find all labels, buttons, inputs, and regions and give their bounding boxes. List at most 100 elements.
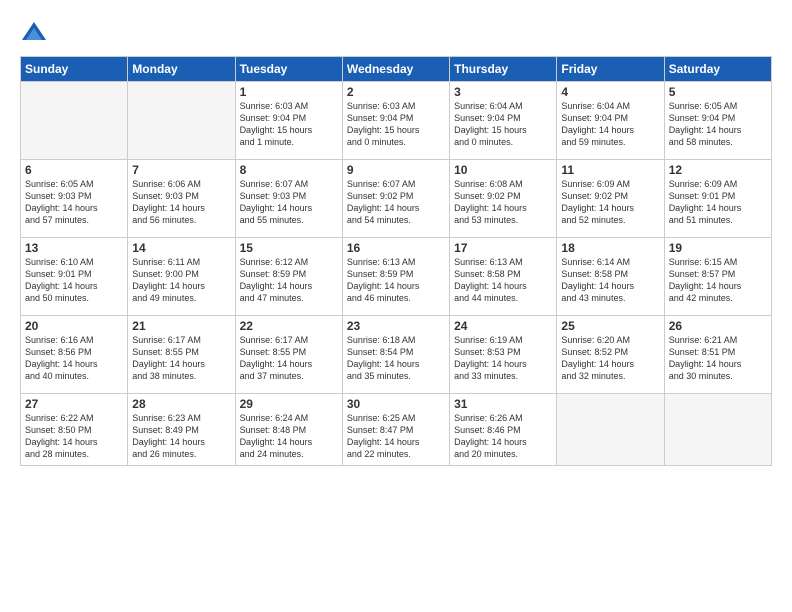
day-info: Sunrise: 6:04 AM Sunset: 9:04 PM Dayligh… (454, 100, 552, 149)
logo (20, 18, 52, 46)
day-number: 26 (669, 319, 767, 333)
day-cell: 10Sunrise: 6:08 AM Sunset: 9:02 PM Dayli… (450, 160, 557, 238)
week-row: 1Sunrise: 6:03 AM Sunset: 9:04 PM Daylig… (21, 82, 772, 160)
day-cell: 22Sunrise: 6:17 AM Sunset: 8:55 PM Dayli… (235, 316, 342, 394)
day-number: 15 (240, 241, 338, 255)
day-cell: 19Sunrise: 6:15 AM Sunset: 8:57 PM Dayli… (664, 238, 771, 316)
day-cell: 6Sunrise: 6:05 AM Sunset: 9:03 PM Daylig… (21, 160, 128, 238)
day-number: 10 (454, 163, 552, 177)
day-cell: 3Sunrise: 6:04 AM Sunset: 9:04 PM Daylig… (450, 82, 557, 160)
page: SundayMondayTuesdayWednesdayThursdayFrid… (0, 0, 792, 612)
day-info: Sunrise: 6:10 AM Sunset: 9:01 PM Dayligh… (25, 256, 123, 305)
day-cell: 26Sunrise: 6:21 AM Sunset: 8:51 PM Dayli… (664, 316, 771, 394)
day-number: 7 (132, 163, 230, 177)
week-row: 6Sunrise: 6:05 AM Sunset: 9:03 PM Daylig… (21, 160, 772, 238)
day-cell: 18Sunrise: 6:14 AM Sunset: 8:58 PM Dayli… (557, 238, 664, 316)
day-cell: 16Sunrise: 6:13 AM Sunset: 8:59 PM Dayli… (342, 238, 449, 316)
day-info: Sunrise: 6:19 AM Sunset: 8:53 PM Dayligh… (454, 334, 552, 383)
day-number: 17 (454, 241, 552, 255)
day-info: Sunrise: 6:23 AM Sunset: 8:49 PM Dayligh… (132, 412, 230, 461)
day-cell: 11Sunrise: 6:09 AM Sunset: 9:02 PM Dayli… (557, 160, 664, 238)
day-info: Sunrise: 6:21 AM Sunset: 8:51 PM Dayligh… (669, 334, 767, 383)
day-cell: 15Sunrise: 6:12 AM Sunset: 8:59 PM Dayli… (235, 238, 342, 316)
week-row: 20Sunrise: 6:16 AM Sunset: 8:56 PM Dayli… (21, 316, 772, 394)
day-number: 14 (132, 241, 230, 255)
day-number: 11 (561, 163, 659, 177)
day-cell (21, 82, 128, 160)
day-info: Sunrise: 6:07 AM Sunset: 9:02 PM Dayligh… (347, 178, 445, 227)
header-cell: Wednesday (342, 57, 449, 82)
day-number: 13 (25, 241, 123, 255)
day-info: Sunrise: 6:13 AM Sunset: 8:59 PM Dayligh… (347, 256, 445, 305)
day-cell: 21Sunrise: 6:17 AM Sunset: 8:55 PM Dayli… (128, 316, 235, 394)
day-cell (128, 82, 235, 160)
logo-icon (20, 18, 48, 46)
day-info: Sunrise: 6:15 AM Sunset: 8:57 PM Dayligh… (669, 256, 767, 305)
day-cell: 9Sunrise: 6:07 AM Sunset: 9:02 PM Daylig… (342, 160, 449, 238)
day-number: 29 (240, 397, 338, 411)
day-info: Sunrise: 6:16 AM Sunset: 8:56 PM Dayligh… (25, 334, 123, 383)
day-cell (557, 394, 664, 466)
day-number: 31 (454, 397, 552, 411)
day-info: Sunrise: 6:17 AM Sunset: 8:55 PM Dayligh… (240, 334, 338, 383)
day-info: Sunrise: 6:18 AM Sunset: 8:54 PM Dayligh… (347, 334, 445, 383)
day-number: 28 (132, 397, 230, 411)
header-cell: Saturday (664, 57, 771, 82)
day-info: Sunrise: 6:13 AM Sunset: 8:58 PM Dayligh… (454, 256, 552, 305)
day-cell: 20Sunrise: 6:16 AM Sunset: 8:56 PM Dayli… (21, 316, 128, 394)
day-number: 2 (347, 85, 445, 99)
day-info: Sunrise: 6:04 AM Sunset: 9:04 PM Dayligh… (561, 100, 659, 149)
day-number: 30 (347, 397, 445, 411)
day-number: 9 (347, 163, 445, 177)
day-info: Sunrise: 6:03 AM Sunset: 9:04 PM Dayligh… (347, 100, 445, 149)
day-cell: 13Sunrise: 6:10 AM Sunset: 9:01 PM Dayli… (21, 238, 128, 316)
day-cell: 24Sunrise: 6:19 AM Sunset: 8:53 PM Dayli… (450, 316, 557, 394)
day-cell: 4Sunrise: 6:04 AM Sunset: 9:04 PM Daylig… (557, 82, 664, 160)
day-number: 25 (561, 319, 659, 333)
calendar: SundayMondayTuesdayWednesdayThursdayFrid… (20, 56, 772, 466)
week-row: 13Sunrise: 6:10 AM Sunset: 9:01 PM Dayli… (21, 238, 772, 316)
day-cell: 30Sunrise: 6:25 AM Sunset: 8:47 PM Dayli… (342, 394, 449, 466)
day-number: 16 (347, 241, 445, 255)
day-info: Sunrise: 6:09 AM Sunset: 9:02 PM Dayligh… (561, 178, 659, 227)
header-cell: Tuesday (235, 57, 342, 82)
day-info: Sunrise: 6:20 AM Sunset: 8:52 PM Dayligh… (561, 334, 659, 383)
header-cell: Monday (128, 57, 235, 82)
week-row: 27Sunrise: 6:22 AM Sunset: 8:50 PM Dayli… (21, 394, 772, 466)
day-info: Sunrise: 6:08 AM Sunset: 9:02 PM Dayligh… (454, 178, 552, 227)
day-cell: 29Sunrise: 6:24 AM Sunset: 8:48 PM Dayli… (235, 394, 342, 466)
day-number: 19 (669, 241, 767, 255)
day-info: Sunrise: 6:24 AM Sunset: 8:48 PM Dayligh… (240, 412, 338, 461)
day-number: 20 (25, 319, 123, 333)
day-number: 6 (25, 163, 123, 177)
day-number: 22 (240, 319, 338, 333)
day-info: Sunrise: 6:17 AM Sunset: 8:55 PM Dayligh… (132, 334, 230, 383)
day-info: Sunrise: 6:05 AM Sunset: 9:04 PM Dayligh… (669, 100, 767, 149)
day-number: 18 (561, 241, 659, 255)
day-number: 4 (561, 85, 659, 99)
day-cell: 28Sunrise: 6:23 AM Sunset: 8:49 PM Dayli… (128, 394, 235, 466)
day-number: 3 (454, 85, 552, 99)
day-info: Sunrise: 6:05 AM Sunset: 9:03 PM Dayligh… (25, 178, 123, 227)
day-cell: 12Sunrise: 6:09 AM Sunset: 9:01 PM Dayli… (664, 160, 771, 238)
day-cell: 1Sunrise: 6:03 AM Sunset: 9:04 PM Daylig… (235, 82, 342, 160)
day-info: Sunrise: 6:06 AM Sunset: 9:03 PM Dayligh… (132, 178, 230, 227)
day-cell: 5Sunrise: 6:05 AM Sunset: 9:04 PM Daylig… (664, 82, 771, 160)
day-info: Sunrise: 6:22 AM Sunset: 8:50 PM Dayligh… (25, 412, 123, 461)
day-info: Sunrise: 6:14 AM Sunset: 8:58 PM Dayligh… (561, 256, 659, 305)
day-number: 8 (240, 163, 338, 177)
day-number: 23 (347, 319, 445, 333)
header-cell: Friday (557, 57, 664, 82)
day-number: 24 (454, 319, 552, 333)
day-info: Sunrise: 6:03 AM Sunset: 9:04 PM Dayligh… (240, 100, 338, 149)
day-number: 5 (669, 85, 767, 99)
day-cell: 7Sunrise: 6:06 AM Sunset: 9:03 PM Daylig… (128, 160, 235, 238)
header (20, 18, 772, 46)
day-cell: 8Sunrise: 6:07 AM Sunset: 9:03 PM Daylig… (235, 160, 342, 238)
day-cell: 23Sunrise: 6:18 AM Sunset: 8:54 PM Dayli… (342, 316, 449, 394)
day-cell: 25Sunrise: 6:20 AM Sunset: 8:52 PM Dayli… (557, 316, 664, 394)
day-info: Sunrise: 6:12 AM Sunset: 8:59 PM Dayligh… (240, 256, 338, 305)
header-cell: Sunday (21, 57, 128, 82)
day-number: 1 (240, 85, 338, 99)
day-number: 21 (132, 319, 230, 333)
